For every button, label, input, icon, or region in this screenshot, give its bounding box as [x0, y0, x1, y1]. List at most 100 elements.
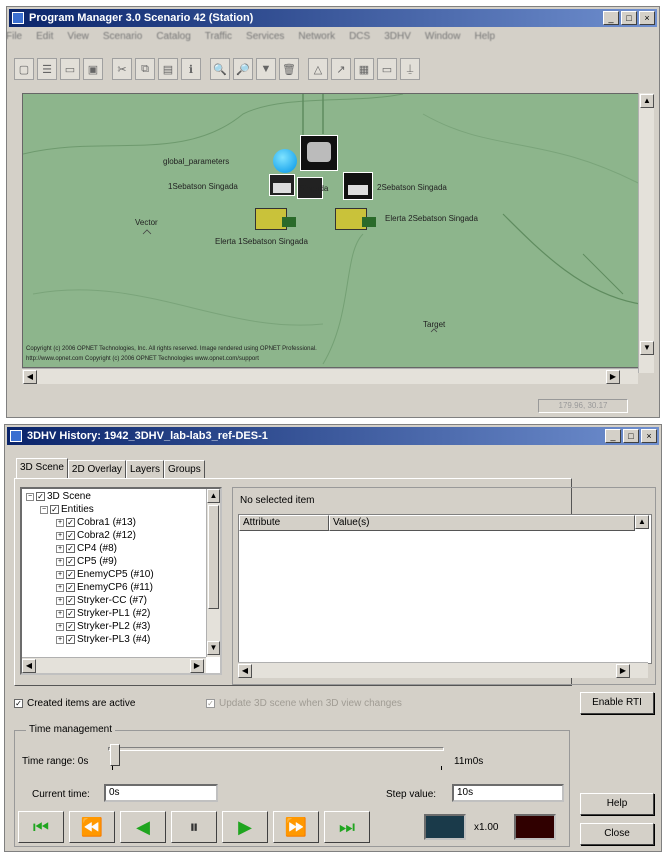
update-scene-checkbox[interactable]: ✓ Update 3D scene when 3D view changes	[206, 698, 402, 709]
tree-item-entity[interactable]: + ✓ EnemyCP6 (#11)	[56, 582, 153, 593]
history-maximize-button[interactable]: □	[623, 429, 639, 443]
scroll-up-icon[interactable]: ▲	[207, 489, 220, 503]
save-icon[interactable]: ▭	[60, 58, 80, 80]
collapse-icon[interactable]: −	[26, 492, 34, 501]
tree-vertical-scrollbar[interactable]: ▲ ▼	[206, 489, 220, 657]
filter-icon[interactable]: ▼	[256, 58, 276, 80]
checkbox-icon[interactable]: ✓	[206, 699, 215, 708]
scroll-down-icon[interactable]: ▼	[207, 641, 220, 655]
rewind-button[interactable]: ⏪	[69, 811, 115, 843]
color-swatch-secondary[interactable]	[514, 814, 556, 840]
grid-horizontal-scrollbar[interactable]: ◀ ▶	[238, 662, 648, 678]
menu-item-catalog[interactable]: Catalog	[156, 31, 190, 42]
scroll-right-icon[interactable]: ▶	[606, 370, 620, 384]
delete-icon[interactable]: 🗑	[279, 58, 299, 80]
checkbox-icon[interactable]: ✓	[66, 557, 75, 566]
expand-icon[interactable]: +	[56, 609, 64, 618]
new-icon[interactable]: ▢	[14, 58, 34, 80]
menu-item-network[interactable]: Network	[298, 31, 335, 42]
checkbox-icon[interactable]: ✓	[50, 505, 59, 514]
menu-item-view[interactable]: View	[67, 31, 89, 42]
tree-item-entity[interactable]: + ✓ Cobra2 (#12)	[56, 530, 136, 541]
checkbox-icon[interactable]: ✓	[36, 492, 45, 501]
main-titlebar[interactable]: Program Manager 3.0 Scenario 42 (Station…	[9, 9, 657, 27]
menu-item-scenario[interactable]: Scenario	[103, 31, 142, 42]
tab-layers[interactable]: Layers	[125, 460, 164, 478]
menu-item-file[interactable]: File	[6, 31, 22, 42]
checkbox-icon[interactable]: ✓	[66, 596, 75, 605]
menu-item-services[interactable]: Services	[246, 31, 284, 42]
map-horizontal-scrollbar[interactable]: ◀ ▶	[22, 368, 638, 384]
expand-icon[interactable]: +	[56, 622, 64, 631]
expand-icon[interactable]: +	[56, 557, 64, 566]
cut-icon[interactable]: ✂	[112, 58, 132, 80]
tab-groups[interactable]: Groups	[163, 460, 205, 478]
print-icon[interactable]: ▣	[83, 58, 103, 80]
scroll-up-icon[interactable]: ▲	[640, 94, 654, 108]
time-slider-track[interactable]	[108, 747, 444, 751]
pause-button[interactable]: ⏸	[171, 811, 217, 843]
zoom-out-icon[interactable]: 🔎	[233, 58, 253, 80]
scroll-left-icon[interactable]: ◀	[238, 664, 252, 678]
tree-item-entity[interactable]: + ✓ CP4 (#8)	[56, 543, 117, 554]
checkbox-icon[interactable]: ✓	[66, 544, 75, 553]
folder-icon-elerta-2[interactable]	[335, 208, 376, 230]
expand-icon[interactable]: +	[56, 596, 64, 605]
tree-item-entity[interactable]: + ✓ EnemyCP5 (#10)	[56, 569, 154, 580]
stop-icon[interactable]: ⍊	[400, 58, 420, 80]
paste-icon[interactable]: ▤	[158, 58, 178, 80]
expand-icon[interactable]: +	[56, 544, 64, 553]
menu-item-3dhv[interactable]: 3DHV	[384, 31, 411, 42]
expand-icon[interactable]: +	[56, 518, 64, 527]
checkbox-icon[interactable]: ✓	[66, 635, 75, 644]
node-icon-sebatson-2[interactable]	[343, 172, 373, 200]
history-minimize-button[interactable]: _	[605, 429, 621, 443]
expand-icon[interactable]: +	[56, 531, 64, 540]
expand-icon[interactable]: +	[56, 583, 64, 592]
tree-item-entity[interactable]: + ✓ Cobra1 (#13)	[56, 517, 136, 528]
node-icon-station[interactable]	[300, 135, 338, 171]
tree-item-entity[interactable]: + ✓ Stryker-PL2 (#3)	[56, 621, 150, 632]
window-icon[interactable]: ▭	[377, 58, 397, 80]
network-map[interactable]: global_parameters 1Sebatson Singada Sing…	[22, 93, 639, 368]
tree-item-entity[interactable]: + ✓ CP5 (#9)	[56, 556, 117, 567]
tree-item-entity[interactable]: + ✓ Stryker-CC (#7)	[56, 595, 147, 606]
tree-horizontal-scrollbar[interactable]: ◀ ▶	[22, 657, 206, 673]
history-close-button[interactable]: ×	[641, 429, 657, 443]
node-icon-sebatson-1[interactable]	[269, 174, 295, 196]
play-button[interactable]: ▶	[222, 811, 268, 843]
globe-icon[interactable]	[273, 149, 297, 173]
enable-rti-button[interactable]: Enable RTI	[580, 692, 654, 714]
tab-3d-scene[interactable]: 3D Scene	[16, 458, 68, 478]
help-button[interactable]: Help	[580, 793, 654, 815]
scene-tree[interactable]: − ✓ 3D Scene − ✓ Entities + ✓ Cobra1 (#13)…	[20, 487, 222, 675]
scroll-left-icon[interactable]: ◀	[22, 659, 36, 673]
checkbox-icon[interactable]: ✓	[66, 518, 75, 527]
expand-icon[interactable]: +	[56, 635, 64, 644]
scroll-down-icon[interactable]: ▼	[640, 341, 654, 355]
arrow-icon[interactable]: ↗	[331, 58, 351, 80]
folder-icon-elerta-1[interactable]	[255, 208, 296, 230]
scroll-right-icon[interactable]: ▶	[190, 659, 204, 673]
triangle-icon[interactable]: △	[308, 58, 328, 80]
menu-item-edit[interactable]: Edit	[36, 31, 53, 42]
tree-entities[interactable]: − ✓ Entities	[40, 504, 94, 515]
time-slider-thumb[interactable]	[110, 744, 120, 766]
menu-item-dcs[interactable]: DCS	[349, 31, 370, 42]
scroll-thumb[interactable]	[208, 505, 219, 609]
scroll-up-icon[interactable]: ▲	[635, 515, 649, 529]
close-button[interactable]: Close	[580, 823, 654, 845]
open-icon[interactable]: ☰	[37, 58, 57, 80]
checkbox-icon[interactable]: ✓	[66, 583, 75, 592]
menu-item-help[interactable]: Help	[474, 31, 495, 42]
zoom-in-icon[interactable]: 🔍	[210, 58, 230, 80]
scroll-right-icon[interactable]: ▶	[616, 664, 630, 678]
attribute-grid[interactable]: Attribute Value(s) ▲	[238, 514, 652, 664]
close-window-button[interactable]: ×	[639, 11, 655, 25]
checkbox-icon[interactable]: ✓	[14, 699, 23, 708]
copy-icon[interactable]: ⧉	[135, 58, 155, 80]
tree-root[interactable]: − ✓ 3D Scene	[26, 491, 91, 502]
column-attribute[interactable]: Attribute	[239, 515, 329, 531]
expand-icon[interactable]: +	[56, 570, 64, 579]
menu-item-window[interactable]: Window	[425, 31, 461, 42]
